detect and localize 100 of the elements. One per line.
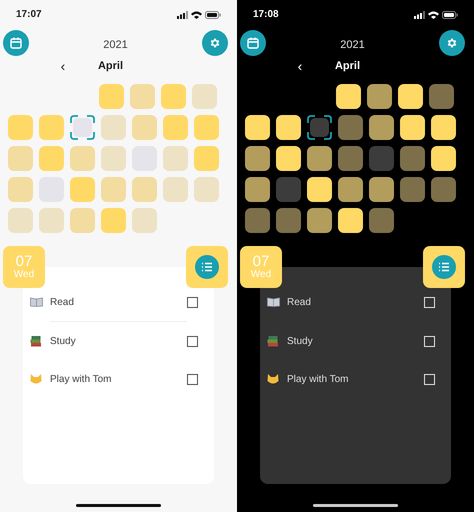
day-cell[interactable] [307,208,332,233]
wifi-icon [191,10,202,18]
signal-icon [414,10,425,18]
calendar-icon [10,37,22,49]
task-checkbox[interactable] [187,374,198,384]
day-cell[interactable] [39,115,64,140]
books-icon [30,335,42,347]
day-cell[interactable] [70,177,95,202]
day-cell[interactable] [400,115,425,140]
day-cell[interactable] [194,115,219,140]
day-cell[interactable] [70,208,95,233]
task-checkbox[interactable] [187,336,198,346]
previous-month-button[interactable]: ‹ [292,58,307,73]
day-cell[interactable] [429,84,454,109]
calendar-button[interactable] [240,30,266,56]
day-cell[interactable] [245,208,270,233]
day-cell[interactable] [431,115,456,140]
day-cell[interactable] [245,115,270,140]
signal-icon [177,10,188,18]
task-label: Study [287,334,313,348]
day-cell[interactable] [163,177,188,202]
day-cell[interactable] [163,146,188,171]
day-cell[interactable] [101,177,126,202]
day-cell[interactable] [194,146,219,171]
day-cell[interactable] [39,146,64,171]
date-weekday: Wed [250,270,272,280]
day-cell[interactable] [400,177,425,202]
day-cell[interactable] [307,146,332,171]
day-cell[interactable] [336,84,361,109]
day-cell[interactable] [276,208,301,233]
selected-day-cell[interactable] [70,115,95,140]
date-day: 07 [16,254,32,269]
month-label: April [98,58,124,74]
day-cell[interactable] [130,84,155,109]
battery-icon [442,10,458,18]
book-icon [30,297,43,307]
selected-day-cell[interactable] [307,115,332,140]
day-cell[interactable] [367,84,392,109]
battery-icon [205,10,221,18]
status-time: 17:07 [16,8,42,22]
task-label: Study [50,334,76,348]
day-cell[interactable] [245,177,270,202]
day-cell[interactable] [163,115,188,140]
cat-icon [30,373,42,385]
day-cell[interactable] [194,177,219,202]
day-cell[interactable] [369,115,394,140]
day-cell[interactable] [276,177,301,202]
day-cell[interactable] [8,208,33,233]
task-label: Read [287,296,311,310]
day-cell[interactable] [8,115,33,140]
settings-icon [446,37,458,49]
day-cell[interactable] [101,208,126,233]
calendar-icon [247,37,259,49]
day-cell[interactable] [99,84,124,109]
day-cell[interactable] [338,208,363,233]
day-cell[interactable] [338,115,363,140]
day-cell[interactable] [70,146,95,171]
day-cell[interactable] [369,208,394,233]
day-cell[interactable] [398,84,423,109]
day-cell[interactable] [132,208,157,233]
task-checkbox[interactable] [187,296,198,308]
day-cell[interactable] [276,146,301,171]
year-label: 2021 [103,38,128,53]
day-cell[interactable] [101,115,126,140]
task-label: Read [50,296,74,310]
task-label: Play with Tom [287,372,349,386]
day-cell[interactable] [132,115,157,140]
cat-icon [267,373,279,385]
list-icon [432,255,456,279]
day-cell[interactable] [8,146,33,171]
day-cell[interactable] [276,115,301,140]
year-label: 2021 [340,38,365,53]
previous-month-button[interactable]: ‹ [56,58,70,73]
day-cell[interactable] [307,177,332,202]
day-cell[interactable] [101,146,126,171]
settings-icon [208,37,221,49]
day-cell[interactable] [431,146,456,171]
day-cell[interactable] [369,177,394,202]
day-cell[interactable] [161,84,186,109]
books-icon [267,335,279,347]
day-cell[interactable] [39,208,64,233]
day-cell[interactable] [245,146,270,171]
book-icon [267,297,280,307]
date-day: 07 [252,254,270,269]
day-cell[interactable] [8,177,33,202]
month-label: April [334,58,360,74]
day-cell[interactable] [192,84,217,109]
list-button[interactable] [423,246,465,288]
day-cell[interactable] [132,177,157,202]
day-cell[interactable] [369,146,394,171]
task-label: Play with Tom [50,372,112,386]
day-cell[interactable] [338,146,363,171]
list-icon [195,255,219,279]
day-cell[interactable] [400,146,425,171]
status-time: 17:08 [253,8,279,22]
wifi-icon [428,10,439,18]
settings-button[interactable] [438,30,465,56]
day-cell[interactable] [338,177,363,202]
date-weekday: Wed [14,270,34,280]
day-cell[interactable] [431,177,456,202]
